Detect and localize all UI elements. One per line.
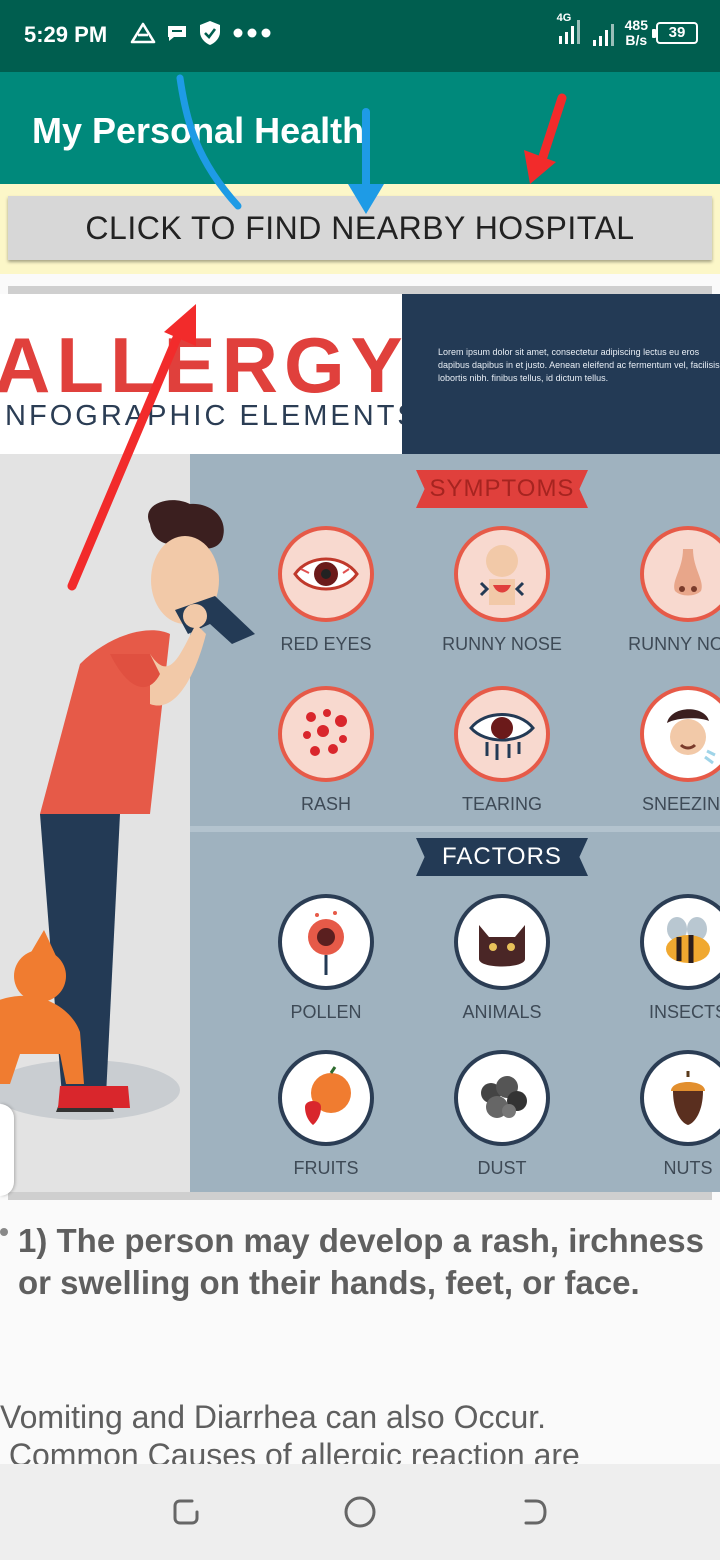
find-nearby-hospital-button[interactable]: CLICK TO FIND NEARBY HOSPITAL [8,196,712,260]
factor-dust: DUST [422,1050,582,1179]
symptom-runny-nose-2: RUNNY NOSE [608,526,720,655]
net-speed-unit: B/s [625,31,648,48]
battery-icon: 39 [652,21,698,44]
home-button[interactable] [340,1492,380,1532]
sneezing-man-illustration [0,500,255,1112]
factors-heading: FACTORS [416,838,588,876]
factor-fruits: FRUITS [246,1050,406,1179]
infographic-header: ALLERGY INFOGRAPHIC ELEMENTS [0,294,417,454]
bullet-dot [0,1228,8,1236]
symptom-label: TEARING [461,794,542,814]
drive-warning-icon [130,22,156,44]
signal-4g: 4G [557,12,583,49]
side-drawer-handle[interactable] [0,1104,14,1196]
app-title: My Personal Health [32,110,365,151]
tearing-eye-icon [454,686,550,782]
factor-label: ANIMALS [462,1002,542,1022]
nose-icon [640,526,720,622]
paragraph: Vomiting and Diarrhea can also Occur. Co… [0,1398,720,1474]
symptom-red-eyes: RED EYES [246,526,406,655]
app-bar: My Personal Health [0,72,720,184]
message-icon [168,26,186,41]
paragraph-line-1: Vomiting and Diarrhea can also Occur. [0,1399,547,1435]
net-speed-value: 485 [624,16,648,33]
factor-label: NUTS [663,1158,713,1178]
status-time: 5:29 PM [24,22,108,47]
image-border-bottom [8,1192,712,1200]
infographic-title: ALLERGY [0,321,409,409]
bee-icon [640,894,720,990]
factor-label: POLLEN [290,1002,362,1022]
flower-icon [278,894,374,990]
symptom-label: RUNNY NOSE [442,634,562,654]
acorn-icon [640,1050,720,1146]
image-border-top [8,286,712,294]
red-eye-icon [278,526,374,622]
status-bar: 5:29 PM 4G 485 B/s 39 [0,0,720,72]
symptom-label: SNEEZING [641,794,720,814]
screen: 5:29 PM 4G 485 B/s 39 My Personal Health… [0,0,720,1560]
rash-icon [278,686,374,782]
infographic-text-box: Lorem ipsum dolor sit amet, consectetur … [402,294,720,454]
symptoms-heading: SYMPTOMS [416,470,588,508]
symptom-label: RUNNY NOSE [628,634,720,654]
symptom-label: RED EYES [280,634,372,654]
symptom-label: RASH [300,794,351,814]
infographic-lorem: Lorem ipsum dolor sit amet, consectetur … [438,347,720,383]
signal-strength-2-icon [592,23,614,46]
factor-label: INSECTS [648,1002,720,1022]
shield-icon [200,21,220,45]
infographic-subtitle: INFOGRAPHIC ELEMENTS [0,400,420,432]
recent-apps-button[interactable] [166,1492,206,1532]
recent-apps-icon [173,1499,199,1525]
factor-label: DUST [477,1158,527,1178]
factor-label: FRUITS [293,1158,359,1178]
sore-throat-icon [454,526,550,622]
home-icon [344,1496,376,1528]
status-notification-icons [130,20,272,46]
symptom-runny-nose: RUNNY NOSE [422,526,582,655]
panel-divider [190,826,720,832]
back-icon [524,1499,547,1525]
net-speed: 485 B/s [624,16,648,48]
status-system-icons: 4G 485 B/s 39 [557,12,698,49]
factor-nuts: NUTS [608,1050,720,1179]
navigation-bar [0,1464,720,1560]
factor-pollen: POLLEN [246,894,406,1023]
symptom-sneezing: SNEEZING [608,686,720,815]
battery-level: 39 [668,24,686,41]
back-button[interactable] [514,1492,554,1532]
fruit-icon [278,1050,374,1146]
factor-animals: ANIMALS [422,894,582,1023]
sneezing-face-icon [640,686,720,782]
more-notifications-icon [233,28,271,38]
symptom-tearing: TEARING [422,686,582,815]
factor-insects: INSECTS [608,894,720,1023]
symptom-rash: RASH [246,686,406,815]
cat-icon [454,894,550,990]
allergy-infographic: ALLERGY INFOGRAPHIC ELEMENTS Lorem ipsum… [0,294,720,1192]
symptom-point-one: 1) The person may develop a rash, irchne… [18,1222,704,1301]
network-type: 4G [556,12,572,24]
button-strip: CLICK TO FIND NEARBY HOSPITAL [0,184,720,274]
dust-cloud-icon [454,1050,550,1146]
